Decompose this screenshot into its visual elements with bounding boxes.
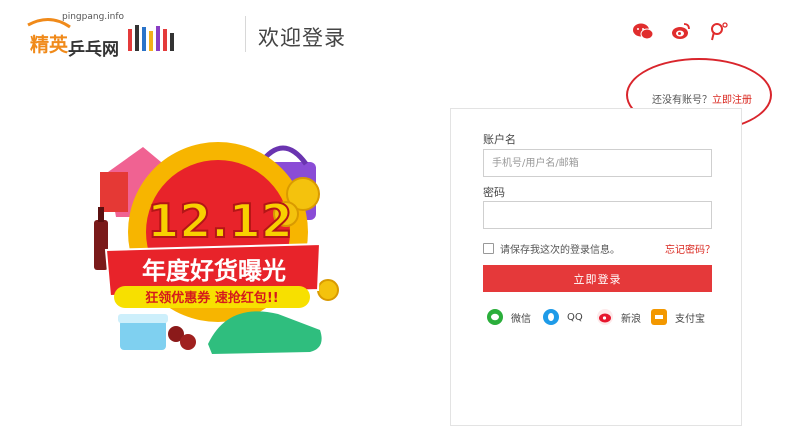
qq-label: QQ — [567, 311, 583, 323]
login-panel: 账户名 密码 请保存我这次的登录信息。 忘记密码？ 立即登录 微信 QQ 新浪 … — [450, 108, 742, 426]
header-divider — [245, 16, 246, 52]
wechat-icon — [487, 309, 503, 325]
account-input[interactable] — [483, 149, 712, 177]
sina-icon — [597, 309, 613, 325]
logo-url: pingpang.info — [62, 12, 125, 22]
remember-checkbox[interactable] — [483, 243, 494, 254]
login-wechat[interactable]: 微信 — [487, 309, 531, 325]
login-qq[interactable]: QQ — [543, 309, 583, 325]
login-button[interactable]: 立即登录 — [483, 265, 712, 292]
sina-label: 新浪 — [621, 313, 641, 325]
account-label: 账户名 — [483, 133, 516, 146]
promo-headline: 年度好货曝光 — [142, 257, 286, 285]
promo-number: 12.12 — [147, 194, 293, 248]
site-logo[interactable]: pingpang.info 精英 乒乓网 — [10, 5, 180, 60]
remember-text: 请保存我这次的登录信息。 — [500, 245, 620, 256]
page-title: 欢迎登录 — [258, 26, 346, 50]
wechat-icon[interactable] — [632, 20, 654, 42]
register-link[interactable]: 立即注册 — [712, 95, 752, 106]
password-label: 密码 — [483, 186, 505, 199]
weibo-icon[interactable] — [670, 20, 692, 42]
qq-icon — [543, 309, 559, 325]
password-input[interactable] — [483, 201, 712, 229]
header-social-icons — [632, 20, 730, 42]
alipay-icon — [651, 309, 667, 325]
ping-icon[interactable] — [708, 20, 730, 42]
wechat-label: 微信 — [511, 313, 531, 325]
alipay-label: 支付宝 — [675, 313, 705, 325]
promo-subline: 狂领优惠券 速抢红包!! — [145, 290, 278, 306]
logo-text-1: 精英 — [30, 33, 69, 56]
register-prompt: 还没有账号？立即注册 — [652, 91, 752, 106]
logo-text-2: 乒乓网 — [68, 39, 119, 60]
remember-me[interactable]: 请保存我这次的登录信息。 — [483, 241, 620, 256]
promo-banner[interactable]: 12.12 年度好货曝光 狂领优惠券 速抢红包!! — [88, 132, 350, 362]
forgot-password-link[interactable]: 忘记密码？ — [665, 241, 715, 256]
register-prompt-text: 还没有账号？ — [652, 95, 712, 106]
login-sina[interactable]: 新浪 — [597, 309, 641, 325]
login-alipay[interactable]: 支付宝 — [651, 309, 705, 325]
